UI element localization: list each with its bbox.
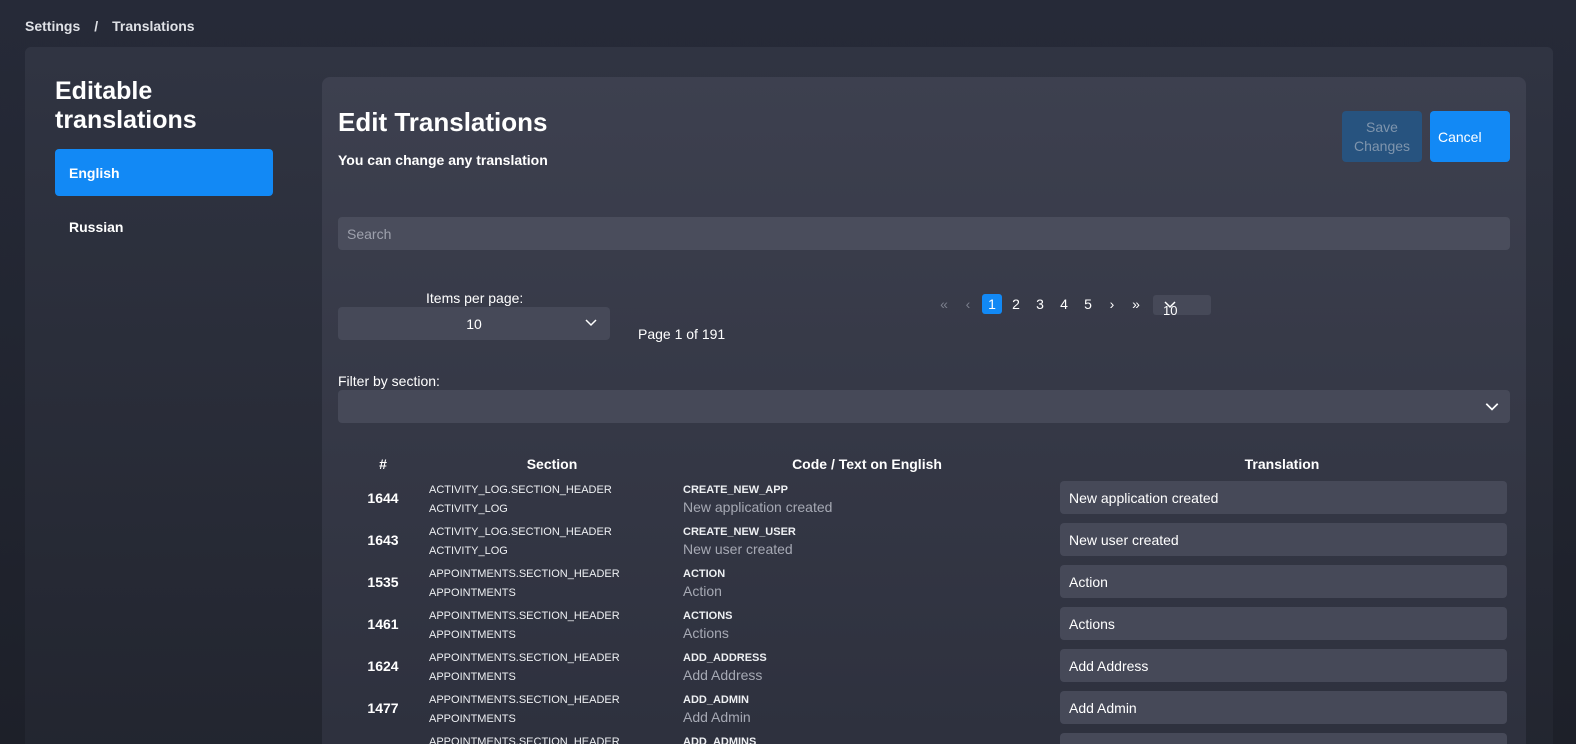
row-number: 1624 [367,658,399,674]
sidebar-title: Editable translations [55,77,197,134]
header-code: Code / Text on English [792,456,942,472]
translation-input[interactable]: New application created [1060,481,1507,514]
row-section: APPOINTMENTS.SECTION_HEADER [429,733,620,744]
row-english-text: Add Admin [683,709,751,725]
row-section-header: APPOINTMENTS.SECTION_HEADER [429,652,620,664]
breadcrumb-current[interactable]: Translations [112,18,194,34]
row-section-name: ACTIVITY_LOG [429,545,508,557]
row-code: ADD_ADMIN [683,694,749,706]
language-item-russian[interactable]: Russian [55,203,273,250]
page-button-5[interactable]: 5 [1076,294,1100,314]
row-code: ADD_ADMINS [683,736,757,744]
row-english-text: Action [683,583,722,599]
items-per-page-label: Items per page: [426,290,524,306]
panel-title: Edit Translations [338,107,548,137]
filter-label: Filter by section: [338,373,440,389]
section-filter-select[interactable] [338,390,1510,423]
header-translation: Translation [1244,456,1320,472]
table-row: APPOINTMENTS.SECTION_HEADER ADD_ADMINS [322,731,1526,744]
row-english-text: New user created [683,541,793,557]
translation-input[interactable] [1060,733,1507,744]
last-page-button[interactable]: » [1124,294,1148,314]
edit-translations-panel: Edit Translations You can change any tra… [322,77,1526,744]
first-page-button[interactable]: « [932,294,956,314]
page-button-2[interactable]: 2 [1004,294,1028,314]
row-section: ACTIVITY_LOG.SECTION_HEADER ACTIVITY_LOG [429,523,612,561]
table-row: 1461 APPOINTMENTS.SECTION_HEADER APPOINTME… [322,605,1526,647]
row-code: CREATE_NEW_USER [683,526,796,538]
breadcrumb-separator: / [94,18,99,34]
row-section-name: APPOINTMENTS [429,671,516,683]
row-section: APPOINTMENTS.SECTION_HEADER APPOINTMENTS [429,565,620,603]
row-section-header: APPOINTMENTS.SECTION_HEADER [429,736,620,744]
row-section-header: APPOINTMENTS.SECTION_HEADER [429,610,620,622]
row-section-header: ACTIVITY_LOG.SECTION_HEADER [429,526,612,538]
page-button-1[interactable]: 1 [982,294,1002,314]
chevron-down-icon [584,315,598,329]
table-row: 1643 ACTIVITY_LOG.SECTION_HEADER ACTIVITY_… [322,521,1526,563]
translation-input[interactable]: Actions [1060,607,1507,640]
breadcrumb: Settings / Translations [25,18,195,34]
row-code: ADD_ADDRESS [683,652,767,664]
pagination: « ‹ 1 2 3 4 5 › » [932,294,1148,314]
next-page-button[interactable]: › [1100,294,1124,314]
row-section-name: APPOINTMENTS [429,587,516,599]
row-section-name: ACTIVITY_LOG [429,503,508,515]
page-info: Page 1 of 191 [638,326,726,342]
row-section: APPOINTMENTS.SECTION_HEADER APPOINTMENTS [429,649,620,687]
row-section-header: APPOINTMENTS.SECTION_HEADER [429,694,620,706]
table-row: 1624 APPOINTMENTS.SECTION_HEADER APPOINTME… [322,647,1526,689]
table-row: 1644 ACTIVITY_LOG.SECTION_HEADER ACTIVITY_… [322,479,1526,521]
translation-input[interactable]: New user created [1060,523,1507,556]
breadcrumb-root[interactable]: Settings [25,18,80,34]
row-number: 1535 [367,574,399,590]
language-item-english[interactable]: English [55,149,273,196]
row-english-text: Add Address [683,667,763,683]
row-code: ACTION [683,568,726,580]
row-code: CREATE_NEW_APP [683,484,788,496]
page-button-4[interactable]: 4 [1052,294,1076,314]
items-per-page-value: 10 [466,315,482,332]
row-english-text: New application created [683,499,833,515]
table-row: 1535 APPOINTMENTS.SECTION_HEADER APPOINTME… [322,563,1526,605]
search-input[interactable] [338,217,1510,250]
row-section: APPOINTMENTS.SECTION_HEADER APPOINTMENTS [429,607,620,645]
items-per-page-select[interactable]: 10 [338,307,610,340]
translation-input[interactable]: Add Admin [1060,691,1507,724]
save-changes-button[interactable]: Save Changes [1342,111,1422,162]
main-container: Editable translations English Russian Ed… [25,47,1553,744]
prev-page-button[interactable]: ‹ [956,294,980,314]
header-num: # [379,456,387,472]
row-number: 1643 [367,532,399,548]
row-section-header: APPOINTMENTS.SECTION_HEADER [429,568,620,580]
panel-subtitle: You can change any translation [338,152,548,168]
row-section-name: APPOINTMENTS [429,713,516,725]
row-section: ACTIVITY_LOG.SECTION_HEADER ACTIVITY_LOG [429,481,612,519]
row-english-text: Actions [683,625,729,641]
row-number: 1477 [367,700,399,716]
pager-size-select[interactable]: 10 [1153,295,1211,315]
header-section: Section [526,456,578,472]
row-number: 1461 [367,616,399,632]
page-button-3[interactable]: 3 [1028,294,1052,314]
translation-input[interactable]: Add Address [1060,649,1507,682]
row-code: ACTIONS [683,610,733,622]
row-section: APPOINTMENTS.SECTION_HEADER APPOINTMENTS [429,691,620,729]
cancel-button[interactable]: Cancel [1430,111,1510,162]
row-section-name: APPOINTMENTS [429,629,516,641]
row-number: 1644 [367,490,399,506]
row-section-header: ACTIVITY_LOG.SECTION_HEADER [429,484,612,496]
translation-input[interactable]: Action [1060,565,1507,598]
language-sidebar: Editable translations English Russian [55,77,273,257]
table-row: 1477 APPOINTMENTS.SECTION_HEADER APPOINTME… [322,689,1526,731]
chevron-down-icon [1484,398,1500,414]
chevron-down-icon [1163,297,1205,311]
